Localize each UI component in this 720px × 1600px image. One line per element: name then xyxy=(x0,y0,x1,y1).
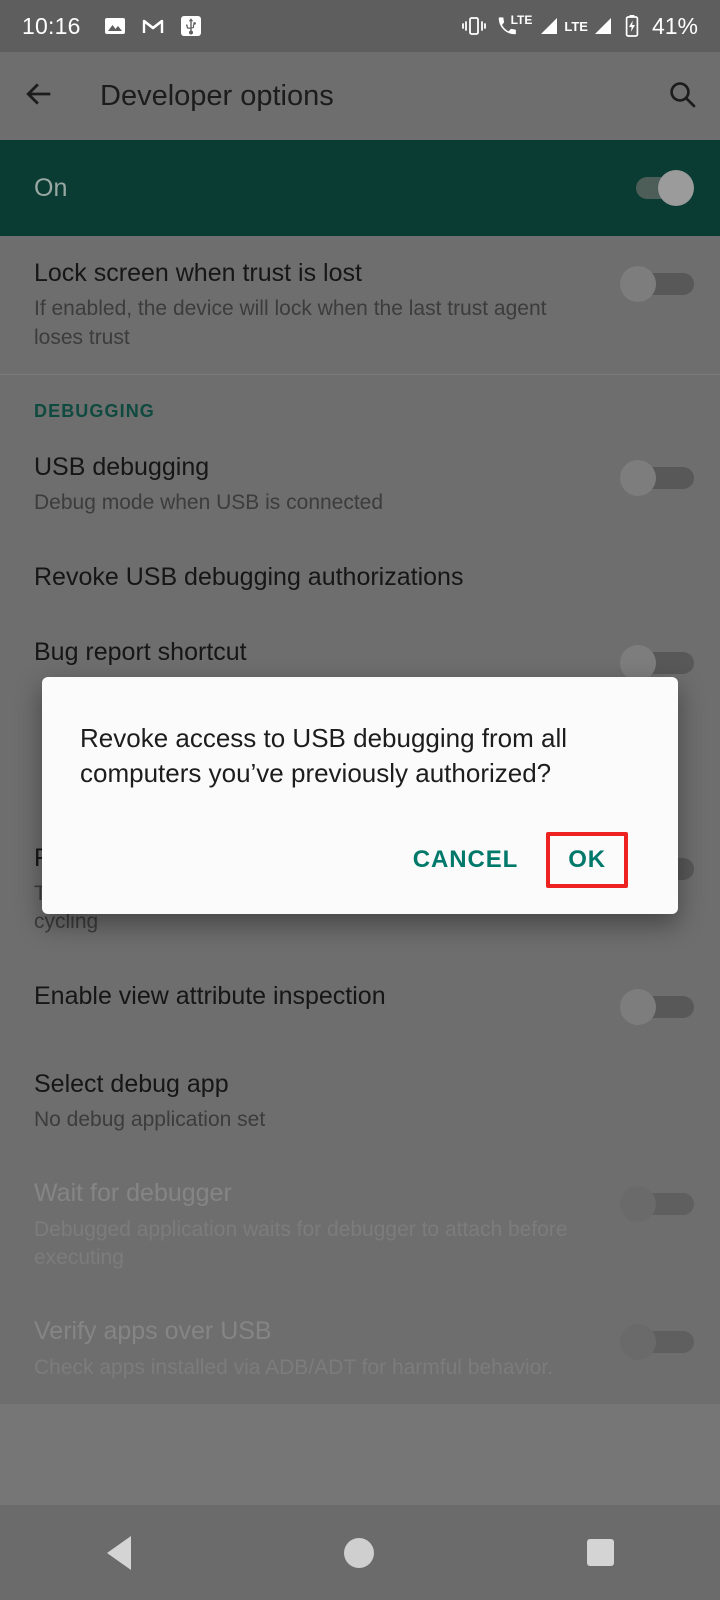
setting-row-enable-view-attribute-inspection[interactable]: Enable view attribute inspection xyxy=(0,959,720,1047)
row-texts: Select debug app No debug application se… xyxy=(34,1069,694,1135)
row-subtitle: No debug application set xyxy=(34,1107,266,1131)
master-switch-label: On xyxy=(34,173,68,202)
revoke-usb-debugging-dialog: Revoke access to USB debugging from all … xyxy=(42,677,678,915)
toggle-knob xyxy=(620,988,656,1025)
navigation-bar xyxy=(0,1504,720,1600)
row-title: Wait for debugger xyxy=(34,1179,232,1208)
call-lte-icon: LTE xyxy=(496,13,532,37)
back-arrow-icon[interactable] xyxy=(22,77,56,116)
nav-home-icon[interactable] xyxy=(343,1537,374,1568)
row-texts: Bug report shortcut xyxy=(34,637,620,668)
row-title: Revoke USB debugging authorizations xyxy=(34,562,464,591)
usb-icon xyxy=(179,14,203,38)
row-texts: Wait for debugger Debugged application w… xyxy=(34,1178,620,1272)
ok-button[interactable]: OK xyxy=(546,832,628,889)
setting-row-select-debug-app[interactable]: Select debug app No debug application se… xyxy=(0,1047,720,1157)
row-title: Bug report shortcut xyxy=(34,637,247,666)
row-subtitle: If enabled, the device will lock when th… xyxy=(34,297,547,349)
toggle-usb-debugging[interactable] xyxy=(620,459,694,496)
dialog-actions: CANCEL OK xyxy=(80,832,640,896)
page-title: Developer options xyxy=(100,79,334,112)
photos-icon xyxy=(103,14,127,38)
cancel-button[interactable]: CANCEL xyxy=(395,834,536,886)
row-texts: Enable view attribute inspection xyxy=(34,981,620,1012)
master-switch-toggle[interactable] xyxy=(620,170,694,206)
toggle-knob xyxy=(620,459,656,496)
search-icon[interactable] xyxy=(666,78,698,115)
setting-row-wait-for-debugger[interactable]: Wait for debugger Debugged application w… xyxy=(0,1156,720,1294)
android-screen: 10:16 LTE LTE 41% Developer options On L… xyxy=(0,0,720,1600)
section-header-debugging: DEBUGGING xyxy=(34,400,155,421)
status-bar: 10:16 LTE LTE 41% xyxy=(0,0,720,52)
status-system-icons: LTE LTE 41% xyxy=(461,13,698,40)
status-clock: 10:16 xyxy=(22,12,81,39)
lte-label: LTE xyxy=(510,13,533,27)
status-notification-icons xyxy=(103,14,203,38)
nav-recents-icon[interactable] xyxy=(586,1539,614,1566)
toggle-knob xyxy=(620,266,656,302)
toggle-lock-screen-when-trust-is-lost[interactable] xyxy=(620,266,694,302)
gmail-icon xyxy=(141,14,165,38)
nav-back-icon[interactable] xyxy=(106,1535,131,1570)
dialog-message: Revoke access to USB debugging from all … xyxy=(80,723,568,788)
toggle-enable-view-attribute-inspection[interactable] xyxy=(620,988,694,1025)
row-subtitle: Debug mode when USB is connected xyxy=(34,491,384,515)
row-title: Lock screen when trust is lost xyxy=(34,259,362,287)
toggle-verify-apps-over-usb[interactable] xyxy=(620,1324,694,1361)
row-texts: Revoke USB debugging authorizations xyxy=(34,562,694,593)
row-texts: Lock screen when trust is lost If enable… xyxy=(34,258,620,352)
row-subtitle: Check apps installed via ADB/ADT for har… xyxy=(34,1355,554,1379)
toggle-knob xyxy=(620,1186,656,1223)
toggle-bug-report-shortcut[interactable] xyxy=(620,644,694,681)
row-texts: Verify apps over USB Check apps installe… xyxy=(34,1316,620,1382)
lte-label-2-icon: LTE xyxy=(564,18,588,34)
row-title: Select debug app xyxy=(34,1069,229,1098)
developer-options-master-row[interactable]: On xyxy=(0,140,720,236)
row-texts: USB debugging Debug mode when USB is con… xyxy=(34,452,620,518)
row-title: USB debugging xyxy=(34,452,210,481)
battery-charging-icon xyxy=(624,14,640,38)
toggle-knob xyxy=(620,644,656,681)
vibrate-icon xyxy=(461,15,487,37)
setting-row-verify-apps-over-usb[interactable]: Verify apps over USB Check apps installe… xyxy=(0,1294,720,1404)
toggle-knob xyxy=(658,170,694,206)
app-bar: Developer options xyxy=(0,52,720,140)
setting-row-usb-debugging[interactable]: USB debugging Debug mode when USB is con… xyxy=(0,430,720,540)
row-title: Enable view attribute inspection xyxy=(34,981,386,1010)
battery-percent-label: 41% xyxy=(651,12,698,39)
setting-row-revoke-usb-debugging-authorizations[interactable]: Revoke USB debugging authorizations xyxy=(0,540,720,615)
signal-bars-icon xyxy=(539,16,561,36)
setting-row-lock-screen-when-trust-is-lost[interactable]: Lock screen when trust is lost If enable… xyxy=(0,236,720,374)
toggle-wait-for-debugger[interactable] xyxy=(620,1186,694,1223)
row-subtitle: Debugged application waits for debugger … xyxy=(34,1217,568,1269)
signal-bars-2-icon xyxy=(593,16,615,36)
toggle-knob xyxy=(620,1324,656,1361)
row-title: Verify apps over USB xyxy=(34,1317,272,1346)
